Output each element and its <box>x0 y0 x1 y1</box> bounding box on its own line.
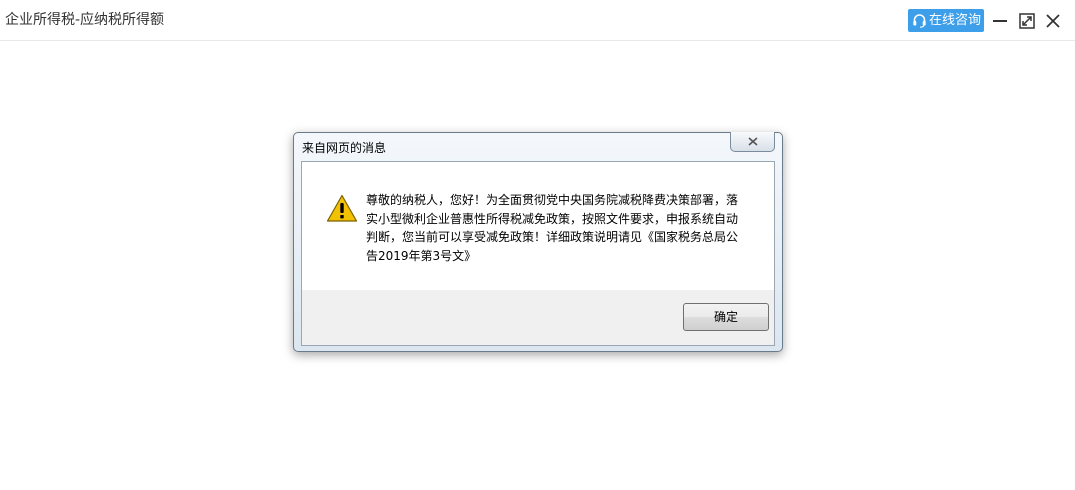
minimize-icon <box>993 20 1007 22</box>
message-line: 判断，您当前可以享受减免政策！详细政策说明请见《国家税务总局公 <box>366 230 739 244</box>
warning-icon <box>326 194 358 222</box>
maximize-button[interactable] <box>1017 11 1037 31</box>
ok-button[interactable]: 确定 <box>683 303 769 331</box>
maximize-icon <box>1019 13 1035 29</box>
close-icon <box>1046 14 1060 28</box>
close-button[interactable] <box>1043 11 1063 31</box>
message-line: 告2019年第3号文》 <box>366 248 477 263</box>
online-consult-button[interactable]: 在线咨询 <box>908 9 984 32</box>
minimize-button[interactable] <box>990 11 1010 31</box>
online-consult-label: 在线咨询 <box>929 13 982 28</box>
dialog-message: 尊敬的纳税人，您好！为全面贯彻党中央国务院减税降费决策部署，落 实小型微利企业普… <box>366 191 756 265</box>
close-icon <box>748 137 758 146</box>
message-line: 实小型微利企业普惠性所得税减免政策，按照文件要求，申报系统自动 <box>366 211 739 226</box>
window-title: 企业所得税-应纳税所得额 <box>5 12 165 28</box>
message-line: 尊敬的纳税人，您好！为全面贯彻党中央国务院减税降费决策部署，落 <box>366 193 739 207</box>
message-dialog: 来自网页的消息 尊敬的纳税人，您好！为全面贯彻党中央国务院减税降费决策部署，落 … <box>293 132 783 352</box>
dialog-footer: 确定 <box>302 290 774 345</box>
headset-icon <box>913 14 926 28</box>
dialog-close-button[interactable] <box>730 132 775 152</box>
dialog-title: 来自网页的消息 <box>302 141 387 155</box>
title-bar: 企业所得税-应纳税所得额 在线咨询 <box>0 0 1075 41</box>
dialog-body: 尊敬的纳税人，您好！为全面贯彻党中央国务院减税降费决策部署，落 实小型微利企业普… <box>301 161 775 346</box>
